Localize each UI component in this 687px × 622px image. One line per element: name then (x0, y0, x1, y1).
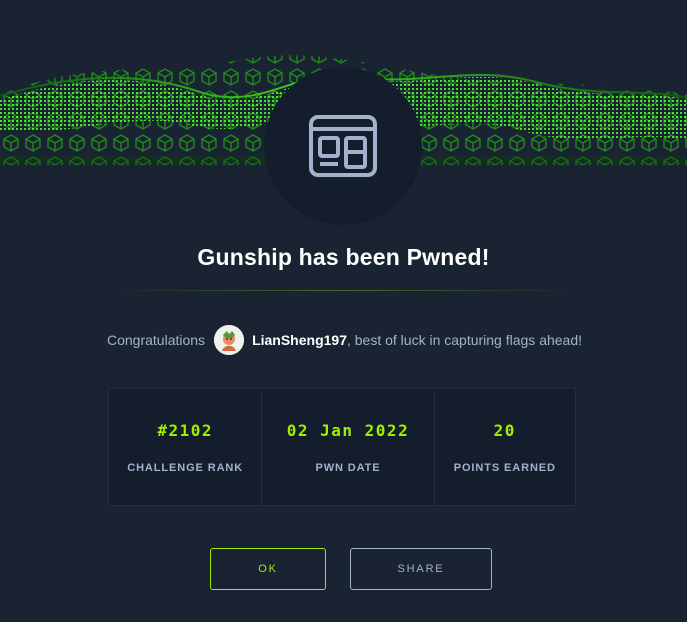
pwned-modal: Gunship has been Pwned! Congratulations … (0, 0, 687, 622)
share-button[interactable]: SHARE (350, 548, 492, 590)
ok-button[interactable]: OK (210, 548, 326, 590)
stat-value: 20 (493, 421, 516, 440)
user-avatar[interactable] (214, 325, 245, 355)
stat-label: PWN DATE (315, 462, 381, 474)
congrats-message: Congratulations LianSheng197 , best of l… (107, 324, 582, 356)
challenge-badge (264, 67, 422, 225)
page-title: Gunship has been Pwned! (197, 244, 490, 270)
stat-value: 02 Jan 2022 (286, 421, 410, 440)
stat-label: CHALLENGE RANK (127, 462, 244, 474)
stat-points-earned: 20 POINTS EARNED (433, 389, 575, 505)
stats-panel: #2102 CHALLENGE RANK 02 Jan 2022 PWN DAT… (108, 388, 576, 506)
title-divider (107, 290, 579, 291)
username-link[interactable]: LianSheng197 (252, 332, 347, 348)
web-category-icon (309, 115, 377, 177)
stat-challenge-rank: #2102 CHALLENGE RANK (109, 389, 261, 505)
stat-label: POINTS EARNED (453, 462, 556, 474)
congrats-prefix: Congratulations (107, 332, 206, 348)
congrats-suffix: , best of luck in capturing flags ahead! (346, 332, 583, 348)
stat-value: #2102 (157, 421, 213, 440)
stat-pwn-date: 02 Jan 2022 PWN DATE (261, 389, 433, 505)
